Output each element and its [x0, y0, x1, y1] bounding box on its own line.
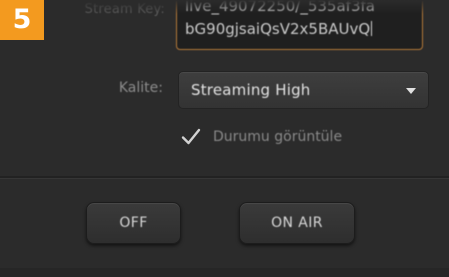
dropdown-arrow-icon: [406, 88, 416, 94]
quality-label: Kalite:: [118, 80, 163, 96]
off-button-label: OFF: [119, 215, 148, 231]
divider: [0, 176, 449, 179]
display-status-checkbox[interactable]: Durumu görüntüle: [180, 124, 410, 152]
bottom-edge: [0, 268, 449, 277]
checkmark-icon[interactable]: [180, 126, 202, 148]
display-status-label: Durumu görüntüle: [213, 129, 343, 145]
text-caret: [371, 21, 373, 36]
step-number-badge: 5: [0, 0, 44, 40]
quality-selected-value: Streaming High: [191, 81, 311, 99]
on-air-button[interactable]: ON AIR: [239, 202, 355, 244]
on-air-button-label: ON AIR: [271, 215, 323, 231]
quality-dropdown[interactable]: Streaming High: [178, 71, 429, 109]
off-button[interactable]: OFF: [86, 202, 181, 244]
stream-key-line-2: bG90gjsaiQsV2x5BAUvQ: [185, 18, 416, 41]
stream-key-line-2-text: bG90gjsaiQsV2x5BAUvQ: [185, 20, 371, 38]
stream-key-label: Stream Key:: [84, 2, 165, 17]
streaming-settings-panel: Stream Key: live_49072250/_535af3fa bG90…: [0, 0, 449, 277]
stream-key-field[interactable]: live_49072250/_535af3fa bG90gjsaiQsV2x5B…: [176, 0, 423, 50]
stream-key-line-1: live_49072250/_535af3fa: [185, 0, 375, 15]
